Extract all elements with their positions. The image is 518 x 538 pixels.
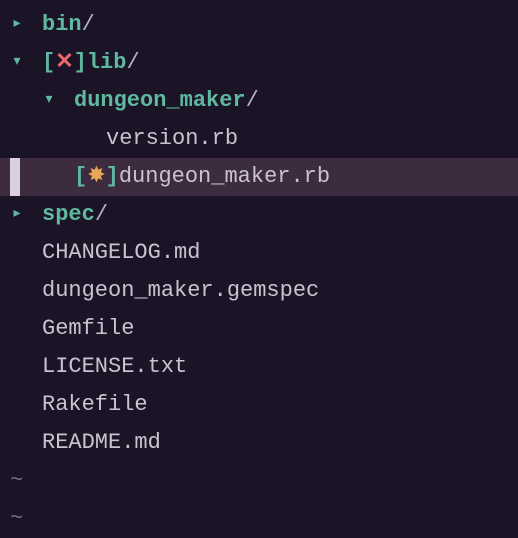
folder-name: spec <box>42 196 95 233</box>
folder-name: bin <box>42 6 82 43</box>
chevron-down-icon <box>10 51 24 75</box>
tree-row-file-readme[interactable]: README.md <box>0 424 518 462</box>
folder-name: dungeon_maker <box>74 82 246 119</box>
star-icon: ✸ <box>87 158 105 195</box>
bracket-close: ] <box>106 158 119 195</box>
tree-row-file-gemfile[interactable]: Gemfile <box>0 310 518 348</box>
tree-row-folder-spec[interactable]: spec/ <box>0 196 518 234</box>
file-name: version.rb <box>106 120 238 157</box>
folder-slash: / <box>126 44 139 81</box>
chevron-right-icon <box>10 13 24 37</box>
tree-row-folder-lib[interactable]: [✕]lib/ <box>0 44 518 82</box>
bracket-open: [ <box>42 44 55 81</box>
tree-row-file-license[interactable]: LICENSE.txt <box>0 348 518 386</box>
bracket-open: [ <box>74 158 87 195</box>
tree-row-file-version-rb[interactable]: version.rb <box>0 120 518 158</box>
tree-row-file-gemspec[interactable]: dungeon_maker.gemspec <box>0 272 518 310</box>
tree-row-file-changelog[interactable]: CHANGELOG.md <box>0 234 518 272</box>
tree-row-folder-bin[interactable]: bin/ <box>0 6 518 44</box>
file-name: README.md <box>42 424 161 461</box>
bracket-close: ] <box>74 44 87 81</box>
file-name: LICENSE.txt <box>42 348 187 385</box>
folder-name: lib <box>87 44 127 81</box>
modified-icon: ✕ <box>55 44 73 81</box>
file-name: CHANGELOG.md <box>42 234 200 271</box>
folder-slash: / <box>95 196 108 233</box>
tree-row-file-rakefile[interactable]: Rakefile <box>0 386 518 424</box>
tilde-marker: ~ <box>0 500 23 537</box>
empty-line-tilde: ~ <box>0 500 518 538</box>
empty-line-tilde: ~ <box>0 462 518 500</box>
tree-row-file-dungeon-maker-rb[interactable]: [✸]dungeon_maker.rb <box>0 158 518 196</box>
folder-slash: / <box>246 82 259 119</box>
file-name: Gemfile <box>42 310 134 347</box>
chevron-right-icon <box>10 203 24 227</box>
file-name: Rakefile <box>42 386 148 423</box>
folder-slash: / <box>82 6 95 43</box>
chevron-down-icon <box>42 89 56 113</box>
file-name: dungeon_maker.rb <box>119 158 330 195</box>
tilde-marker: ~ <box>0 462 23 499</box>
tree-row-folder-dungeon-maker[interactable]: dungeon_maker/ <box>0 82 518 120</box>
file-name: dungeon_maker.gemspec <box>42 272 319 309</box>
